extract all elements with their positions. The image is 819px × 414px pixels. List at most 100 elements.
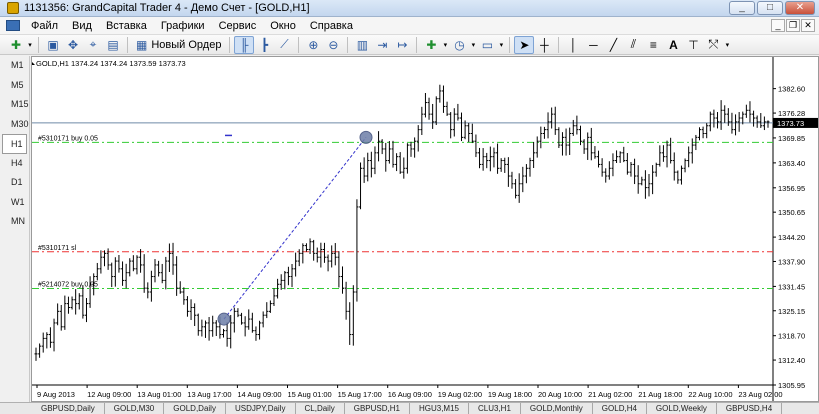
autoscroll-icon[interactable]: ↦ <box>392 36 412 54</box>
y-tick-label: 1363.40 <box>778 159 805 168</box>
x-tick-label: 22 Aug 10:00 <box>688 390 732 399</box>
y-tick-label: 1356.95 <box>778 184 805 193</box>
menu-insert[interactable]: Вставка <box>99 20 154 32</box>
chart-tab[interactable]: GOLD,M30 <box>105 403 165 414</box>
bar-chart-icon[interactable]: ╟ <box>234 35 255 54</box>
chart-tab[interactable]: GBPUSD,H1 <box>345 403 410 414</box>
new-chart-icon[interactable]: ✚ <box>6 36 26 54</box>
new-order-button[interactable]: ▦ Новый Ордер <box>132 36 225 54</box>
menu-charts[interactable]: Графики <box>154 20 212 32</box>
period-m15[interactable]: M15 <box>0 95 29 115</box>
vertical-line-icon[interactable]: │ <box>563 36 583 54</box>
current-price-label: 1373.73 <box>777 119 804 128</box>
y-tick-label: 1344.20 <box>778 233 805 242</box>
chart-shift-icon[interactable]: ⇥ <box>372 36 392 54</box>
menu-tools[interactable]: Сервис <box>212 20 264 32</box>
x-tick-label: 14 Aug 09:00 <box>237 390 281 399</box>
app-icon <box>7 2 19 14</box>
chart-tab[interactable]: GBPUSD,Daily <box>32 403 105 414</box>
dropdown-arrow-icon[interactable]: ▾ <box>26 36 34 54</box>
terminal-icon[interactable]: ▤ <box>103 36 123 54</box>
period-w1[interactable]: W1 <box>0 193 29 213</box>
dropdown-arrow-icon[interactable]: ▾ <box>441 36 449 54</box>
periods-clock-icon[interactable]: ◷ <box>449 36 469 54</box>
x-tick-label: 21 Aug 18:00 <box>638 390 682 399</box>
candlestick-chart-icon[interactable]: ┣ <box>254 36 274 54</box>
menu-help[interactable]: Справка <box>303 20 360 32</box>
trendline-icon[interactable]: ╱ <box>603 36 623 54</box>
menu-bar: Файл Вид Вставка Графики Сервис Окно Спр… <box>0 17 819 35</box>
templates-icon[interactable]: ▭ <box>477 36 497 54</box>
period-h4[interactable]: H4 <box>0 154 29 174</box>
navigator-icon[interactable]: ⌖ <box>83 36 103 54</box>
menu-window[interactable]: Окно <box>263 20 303 32</box>
x-tick-label: 23 Aug 02:00 <box>738 390 782 399</box>
chart-tab[interactable]: GOLD,H4 <box>593 403 647 414</box>
trade-connector <box>223 137 367 320</box>
order-label: #5214072 buy 0.05 <box>38 282 98 289</box>
x-tick-label: 13 Aug 17:00 <box>187 390 231 399</box>
dropdown-arrow-icon[interactable]: ▾ <box>469 36 477 54</box>
menu-file[interactable]: Файл <box>24 20 65 32</box>
dropdown-arrow-icon[interactable]: ▾ <box>723 36 731 54</box>
y-tick-label: 1318.70 <box>778 332 805 341</box>
chart-window-icon[interactable] <box>6 20 20 31</box>
tile-windows-icon[interactable]: ▥ <box>352 36 372 54</box>
fibonacci-icon[interactable]: ≡ <box>643 36 663 54</box>
price-chart[interactable]: 1382.60 1376.28 1369.85 1363.40 1356.95 1350.… <box>32 57 818 401</box>
x-tick-label: 19 Aug 18:00 <box>488 390 532 399</box>
y-tick-label: 1325.15 <box>778 307 805 316</box>
x-tick-label: 9 Aug 2013 <box>37 390 75 399</box>
cursor-icon[interactable]: ➤ <box>514 35 535 54</box>
period-m5[interactable]: M5 <box>0 76 29 96</box>
arrows-icon[interactable]: ⤲ <box>703 36 723 54</box>
window-controls: _ □ ✕ <box>729 1 815 15</box>
chart-tab[interactable]: USDJPY,Daily <box>226 403 296 414</box>
chart-tabs: GBPUSD,Daily GOLD,M30 GOLD,Daily USDJPY,Dai… <box>0 402 819 414</box>
period-m30[interactable]: M30 <box>0 115 29 135</box>
minimize-button[interactable]: _ <box>729 1 755 15</box>
crosshair-icon[interactable]: ┼ <box>534 36 554 54</box>
title-bar: 1131356: GrandCapital Trader 4 - Демо Сч… <box>0 0 819 17</box>
y-tick-label: 1376.28 <box>778 109 805 118</box>
x-tick-label: 15 Aug 01:00 <box>288 390 332 399</box>
chart-tab[interactable]: GOLD,Daily <box>164 403 226 414</box>
menu-view[interactable]: Вид <box>65 20 99 32</box>
zoom-in-icon[interactable]: ⊕ <box>303 36 323 54</box>
x-tick-label: 19 Aug 02:00 <box>438 390 482 399</box>
chart-tab[interactable]: HGU3,M15 <box>410 403 469 414</box>
profiles-icon[interactable]: ▣ <box>43 36 63 54</box>
chart-tab[interactable]: GOLD,Monthly <box>521 403 593 414</box>
period-d1[interactable]: D1 <box>0 173 29 193</box>
indicators-icon[interactable]: ✚ <box>421 36 441 54</box>
zoom-out-icon[interactable]: ⊖ <box>323 36 343 54</box>
period-h1[interactable]: H1 <box>2 134 27 154</box>
text-label-icon[interactable]: ⊤ <box>683 36 703 54</box>
maximize-button[interactable]: □ <box>757 1 783 15</box>
period-mn[interactable]: MN <box>0 212 29 232</box>
horizontal-line-icon[interactable]: ─ <box>583 36 603 54</box>
new-order-label: Новый Ордер <box>151 38 222 51</box>
channel-icon[interactable]: ⫽ <box>623 36 643 54</box>
chart-tab[interactable]: GBPUSD,H4 <box>717 403 783 414</box>
mdi-minimize-button[interactable]: _ <box>771 19 785 32</box>
mdi-close-button[interactable]: ✕ <box>801 19 815 32</box>
y-tick-label: 1331.45 <box>778 282 805 291</box>
window-title: 1131356: GrandCapital Trader 4 - Демо Сч… <box>24 2 310 14</box>
chart-window[interactable]: 1382.60 1376.28 1369.85 1363.40 1356.95 1350.… <box>31 56 819 402</box>
period-m1[interactable]: M1 <box>0 56 29 76</box>
chart-tab[interactable]: CLU3,H1 <box>469 403 521 414</box>
y-tick-label: 1369.85 <box>778 134 805 143</box>
market-watch-icon[interactable]: ✥ <box>63 36 83 54</box>
new-order-icon: ▦ <box>136 37 148 52</box>
line-chart-icon[interactable]: ⟋ <box>274 36 294 54</box>
text-icon[interactable]: A <box>663 36 683 54</box>
y-tick-label: 1382.60 <box>778 85 805 94</box>
y-tick-label: 1305.95 <box>778 381 805 390</box>
chart-tab[interactable]: GOLD,Weekly <box>647 403 717 414</box>
mdi-restore-button[interactable]: ❐ <box>786 19 800 32</box>
chart-tab[interactable]: CL,Daily <box>296 403 345 414</box>
toolbar: ✚ ▾ ▣ ✥ ⌖ ▤ ▦ Новый Ордер ╟ ┣ ⟋ ⊕ ⊖ ▥ ⇥ … <box>0 35 819 55</box>
close-button[interactable]: ✕ <box>785 1 815 15</box>
dropdown-arrow-icon[interactable]: ▾ <box>497 36 505 54</box>
